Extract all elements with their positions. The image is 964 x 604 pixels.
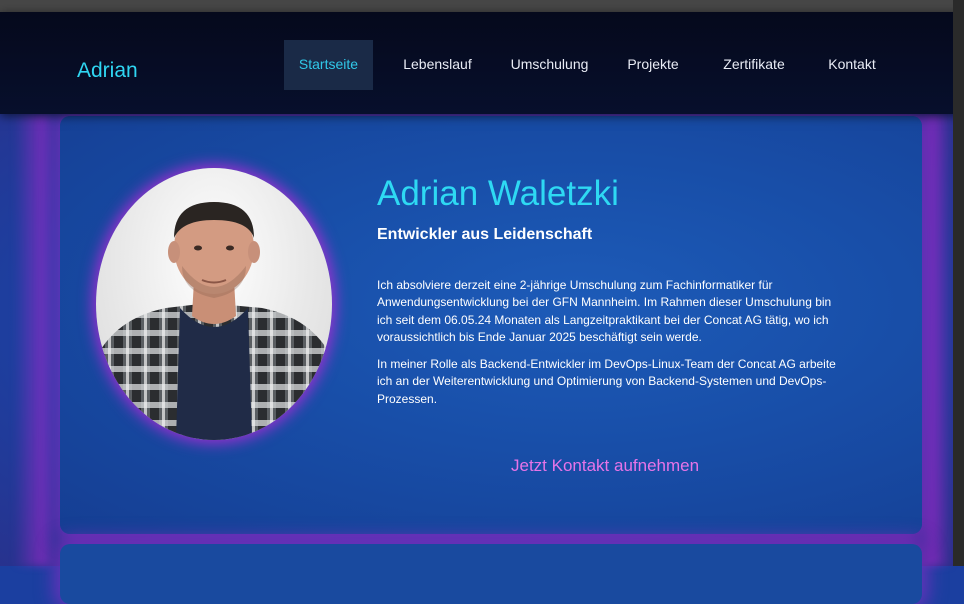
hero-intro-paragraph: Ich absolviere derzeit eine 2-jährige Um…: [377, 278, 832, 344]
hero-role-paragraph: In meiner Rolle als Backend-Entwickler i…: [377, 357, 836, 406]
navbar: Adrian Startseite Lebenslauf Umschulung …: [0, 12, 964, 114]
profile-portrait-icon: [96, 202, 332, 440]
nav-item-lebenslauf[interactable]: Lebenslauf: [389, 40, 486, 90]
brand-logo[interactable]: Adrian: [77, 59, 138, 83]
window-right-edge: [953, 0, 964, 566]
nav-item-kontakt[interactable]: Kontakt: [815, 40, 889, 90]
profile-photo: [96, 168, 332, 440]
browser-top-strip: [0, 0, 964, 12]
contact-cta-link[interactable]: Jetzt Kontakt aufnehmen: [511, 455, 699, 477]
nav-item-zertifikate[interactable]: Zertifikate: [709, 40, 799, 90]
nav-item-projekte[interactable]: Projekte: [614, 40, 692, 90]
left-glow: [14, 114, 54, 566]
hero-name: Adrian Waletzki: [377, 174, 619, 213]
right-glow: [920, 114, 953, 566]
nav-item-startseite[interactable]: Startseite: [284, 40, 373, 90]
hero-tagline: Entwickler aus Leidenschaft: [377, 226, 593, 243]
nav-item-umschulung[interactable]: Umschulung: [502, 40, 597, 90]
next-section-card: [60, 544, 922, 604]
